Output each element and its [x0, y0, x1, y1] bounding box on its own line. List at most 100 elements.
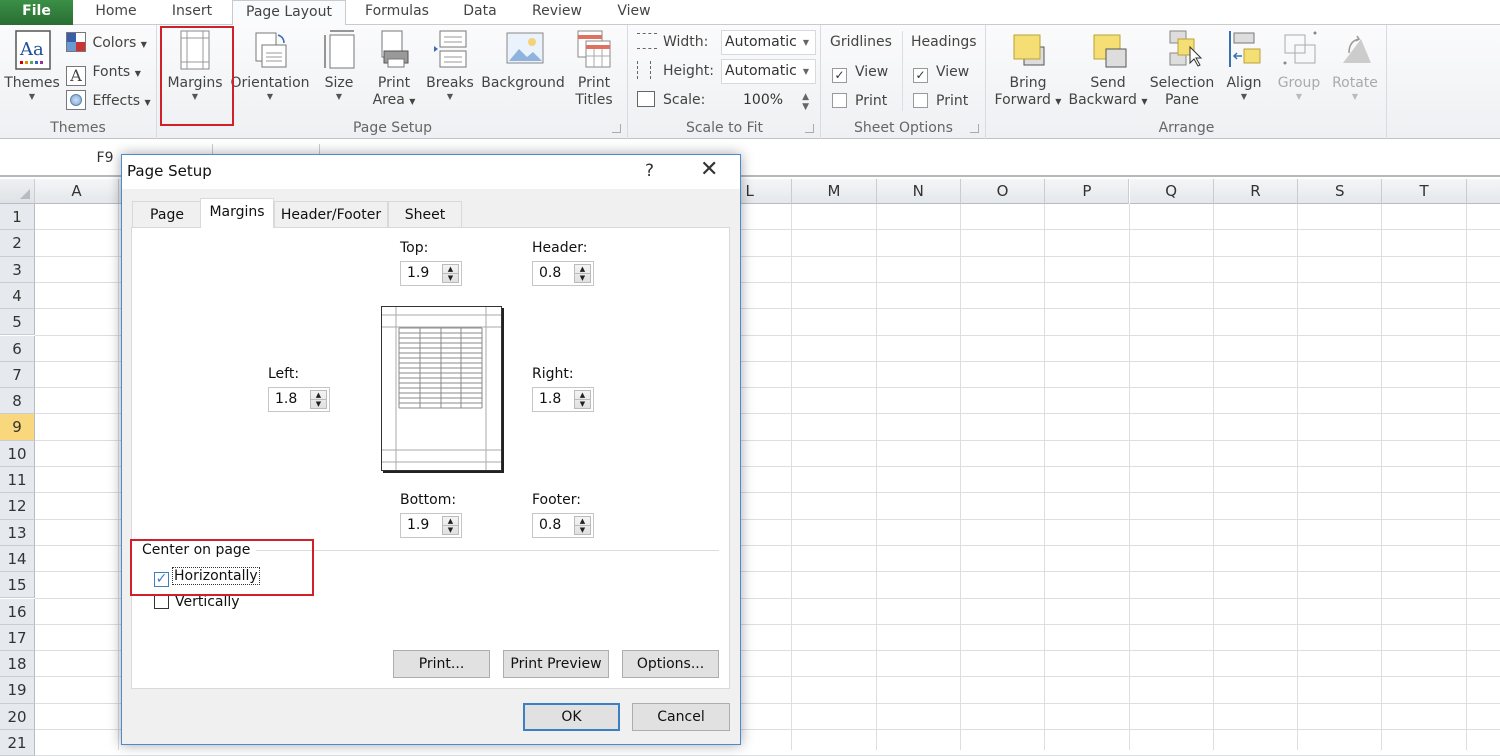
top-margin-spinner[interactable]: 1.9 ▲ ▼	[400, 261, 462, 286]
scale-to-fit-launcher-icon[interactable]	[805, 124, 814, 133]
tab-insert[interactable]: Insert	[158, 0, 226, 25]
column-header-p[interactable]: P	[1045, 179, 1130, 204]
spinner-arrows-icon[interactable]: ▲ ▼	[802, 92, 809, 112]
row-header-21[interactable]: 21	[0, 730, 35, 756]
dialog-titlebar: Page Setup ? ✕	[122, 155, 740, 189]
height-dropdown[interactable]: Automatic ▼	[721, 59, 816, 84]
height-label: Height:	[637, 60, 714, 82]
sheet-options-launcher-icon[interactable]	[970, 124, 979, 133]
row-header-9[interactable]: 9	[0, 414, 35, 441]
row-header-17[interactable]: 17	[0, 624, 35, 652]
row-header-6[interactable]: 6	[0, 335, 35, 362]
column-header-a[interactable]: A	[35, 179, 119, 204]
row-header-11[interactable]: 11	[0, 467, 35, 494]
row-header-1[interactable]: 1	[0, 204, 35, 231]
bring-forward-button[interactable]: Bring Forward ▼	[991, 29, 1065, 110]
row-header-5[interactable]: 5	[0, 309, 35, 336]
align-button[interactable]: Align ▼	[1219, 29, 1269, 102]
tab-sheet[interactable]: Sheet	[388, 201, 462, 227]
bottom-margin-spinner[interactable]: 1.9 ▲ ▼	[400, 513, 462, 538]
arrange-group-label: Arrange	[1158, 120, 1215, 136]
ok-button[interactable]: OK	[523, 703, 620, 731]
fonts-icon: A	[66, 66, 86, 86]
column-header-r[interactable]: R	[1213, 179, 1299, 204]
print-area-button[interactable]: Print Area ▼	[366, 29, 422, 110]
row-header-10[interactable]: 10	[0, 440, 35, 467]
spinner-arrows-icon[interactable]: ▲ ▼	[310, 390, 327, 409]
gridlines-view-checkbox[interactable]: ✓ View	[832, 61, 888, 83]
spinner-arrows-icon[interactable]: ▲ ▼	[442, 264, 459, 283]
row-header-15[interactable]: 15	[0, 572, 35, 599]
page-setup-launcher-icon[interactable]	[612, 124, 621, 133]
print-preview-button[interactable]: Print Preview	[503, 650, 609, 678]
chevron-down-icon: ▼	[1295, 92, 1303, 101]
vertically-checkbox[interactable]: Vertically	[154, 594, 240, 610]
themes-button[interactable]: Aa Themes ▼	[4, 29, 60, 102]
column-header-o[interactable]: O	[960, 179, 1046, 204]
help-button[interactable]: ?	[645, 161, 654, 181]
row-header-19[interactable]: 19	[0, 677, 35, 704]
column-header-q[interactable]: Q	[1129, 179, 1214, 204]
row-header-13[interactable]: 13	[0, 519, 35, 546]
row-header-14[interactable]: 14	[0, 545, 35, 573]
spinner-arrows-icon[interactable]: ▲ ▼	[574, 516, 591, 535]
fonts-button[interactable]: A Fonts ▼	[66, 61, 141, 86]
selection-pane-button[interactable]: Selection Pane	[1147, 29, 1217, 109]
print-titles-button[interactable]: Print Titles	[568, 29, 620, 109]
tab-file[interactable]: File	[0, 0, 73, 25]
background-button[interactable]: Background	[478, 29, 568, 92]
print-button[interactable]: Print...	[393, 650, 490, 678]
spinner-arrows-icon[interactable]: ▲ ▼	[574, 264, 591, 283]
orientation-button[interactable]: Orientation ▼	[230, 29, 310, 102]
send-backward-button[interactable]: Send Backward ▼	[1067, 29, 1149, 110]
tab-formulas[interactable]: Formulas	[352, 0, 442, 25]
left-margin-spinner[interactable]: 1.8 ▲ ▼	[268, 387, 330, 412]
chevron-down-icon: ▼	[802, 67, 809, 76]
spinner-arrows-icon[interactable]: ▲ ▼	[442, 516, 459, 535]
column-header-m[interactable]: M	[792, 179, 877, 204]
gridlines-print-checkbox[interactable]: Print	[832, 90, 887, 112]
effects-button[interactable]: Effects ▼	[66, 90, 151, 112]
width-dropdown[interactable]: Automatic ▼	[721, 30, 816, 55]
tab-page[interactable]: Page	[132, 201, 202, 227]
column-header-n[interactable]: N	[876, 179, 961, 204]
column-header-t[interactable]: T	[1382, 179, 1467, 204]
close-button[interactable]: ✕	[700, 157, 718, 182]
headings-view-checkbox[interactable]: ✓ View	[913, 61, 969, 83]
column-header-u[interactable]	[1466, 179, 1500, 204]
tab-header-footer[interactable]: Header/Footer	[274, 201, 388, 227]
row-header-16[interactable]: 16	[0, 598, 35, 625]
headings-print-checkbox[interactable]: Print	[913, 90, 968, 112]
row-header-4[interactable]: 4	[0, 282, 35, 310]
tab-view[interactable]: View	[604, 0, 664, 25]
rotate-button[interactable]: Rotate ▼	[1327, 29, 1383, 102]
tab-review[interactable]: Review	[520, 0, 594, 25]
dialog-title: Page Setup	[127, 162, 212, 180]
tab-data[interactable]: Data	[450, 0, 510, 25]
right-margin-spinner[interactable]: 1.8 ▲ ▼	[532, 387, 594, 412]
column-header-s[interactable]: S	[1298, 179, 1383, 204]
row-header-3[interactable]: 3	[0, 256, 35, 283]
spinner-arrows-icon[interactable]: ▲ ▼	[574, 390, 591, 409]
headings-label: Headings	[911, 34, 977, 50]
select-all-corner[interactable]	[0, 179, 35, 204]
colors-button[interactable]: Colors ▼	[66, 32, 147, 54]
row-header-20[interactable]: 20	[0, 703, 35, 730]
row-header-2[interactable]: 2	[0, 230, 35, 257]
row-header-18[interactable]: 18	[0, 651, 35, 678]
header-margin-spinner[interactable]: 0.8 ▲ ▼	[532, 261, 594, 286]
scale-spinner[interactable]: 100% ▲ ▼	[739, 88, 816, 113]
tab-home[interactable]: Home	[80, 0, 152, 25]
group-button[interactable]: Group ▼	[1273, 29, 1325, 102]
row-header-7[interactable]: 7	[0, 361, 35, 389]
row-header-12[interactable]: 12	[0, 493, 35, 520]
footer-margin-spinner[interactable]: 0.8 ▲ ▼	[532, 513, 594, 538]
options-button[interactable]: Options...	[622, 650, 719, 678]
chevron-down-icon: ▼	[446, 92, 454, 101]
tab-margins[interactable]: Margins	[200, 198, 274, 228]
row-header-8[interactable]: 8	[0, 388, 35, 415]
tab-page-layout[interactable]: Page Layout	[232, 0, 346, 26]
size-button[interactable]: Size ▼	[316, 29, 362, 102]
cancel-button[interactable]: Cancel	[632, 703, 730, 731]
breaks-button[interactable]: Breaks ▼	[424, 29, 476, 102]
